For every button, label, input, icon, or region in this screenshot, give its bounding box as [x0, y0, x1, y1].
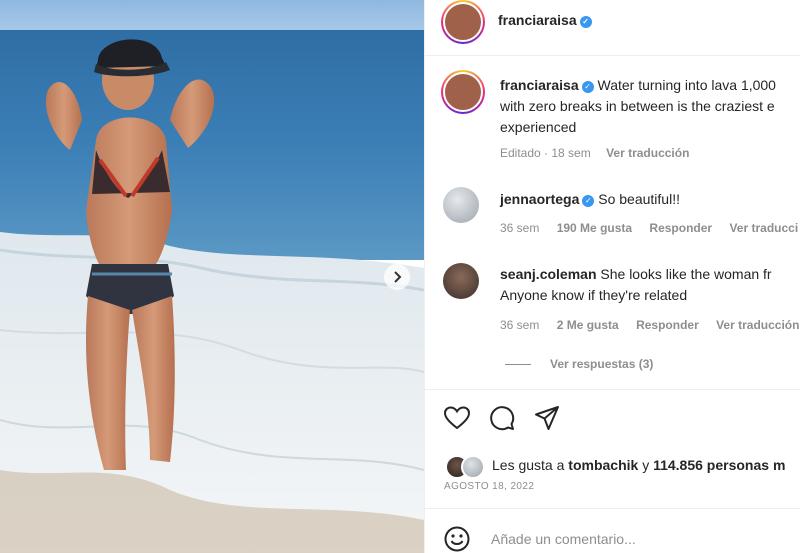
verified-badge-icon: ✓ — [582, 195, 595, 207]
comment-1: jennaortega ✓ So beautiful!! — [500, 189, 680, 210]
send-icon — [535, 406, 559, 430]
comment-button[interactable] — [489, 405, 515, 436]
caption-meta: Editado · 18 sem Ver traducción — [500, 146, 689, 160]
comment-2-translate-link[interactable]: Ver traducción — [716, 318, 799, 332]
author-username[interactable]: franciaraisa ✓ — [498, 12, 592, 28]
comment-1-translate-link[interactable]: Ver traducci — [729, 221, 798, 235]
verified-badge-icon: ✓ — [579, 16, 592, 28]
comment-2-likes[interactable]: 2 Me gusta — [557, 318, 619, 332]
verified-badge-icon: ✓ — [581, 81, 594, 93]
chevron-right-icon — [394, 271, 402, 283]
liker-avatar — [461, 455, 485, 479]
heart-icon — [443, 406, 471, 430]
post-date: AGOSTO 18, 2022 — [444, 481, 535, 492]
likes-summary[interactable]: Les gusta a tombachik y 114.856 personas… — [492, 457, 785, 473]
next-photo-button[interactable] — [384, 264, 410, 290]
comment-1-reply-button[interactable]: Responder — [649, 221, 712, 235]
header-divider — [425, 55, 800, 56]
comment-bubble-icon — [490, 406, 515, 431]
comment-2-reply-button[interactable]: Responder — [636, 318, 699, 332]
comment-1-username[interactable]: jennaortega — [500, 191, 579, 207]
caption-line-3: experienced — [500, 119, 577, 135]
comment-1-likes[interactable]: 190 Me gusta — [557, 221, 632, 235]
like-button[interactable] — [443, 406, 471, 435]
replies-line — [505, 364, 531, 365]
see-translation-link[interactable]: Ver traducción — [606, 146, 689, 160]
post-header: franciaraisa ✓ — [425, 0, 800, 44]
share-button[interactable] — [534, 405, 560, 436]
caption-line-1: Water turning into lava 1,000 — [597, 77, 776, 93]
comment-2-text-line-1: She looks like the woman fr — [600, 266, 772, 282]
post-photo — [0, 0, 424, 553]
comment-2: seanj.coleman She looks like the woman f… — [500, 264, 772, 285]
commenter-avatar[interactable] — [443, 263, 479, 299]
author-avatar[interactable] — [441, 0, 485, 44]
caption-line-2: with zero breaks in between is the crazi… — [500, 98, 775, 114]
caption-author-avatar[interactable] — [441, 70, 485, 114]
commenter-avatar[interactable] — [443, 187, 479, 223]
comment-1-text: So beautiful!! — [598, 191, 680, 207]
actions-divider — [425, 389, 800, 390]
beach-photo-image — [0, 0, 424, 553]
emoji-button[interactable] — [444, 526, 470, 553]
view-replies-button[interactable]: Ver respuestas (3) — [550, 357, 653, 371]
comment-box-divider — [425, 508, 800, 509]
post-detail-panel: franciaraisa ✓ franciaraisa ✓ Water turnin… — [424, 0, 800, 553]
likes-user[interactable]: tombachik — [568, 457, 638, 473]
caption-username[interactable]: franciaraisa — [500, 77, 579, 93]
comment-2-username[interactable]: seanj.coleman — [500, 266, 597, 282]
comment-input[interactable] — [489, 530, 783, 548]
comment-2-meta: 36 sem 2 Me gusta Responder Ver traducci… — [500, 318, 799, 332]
comment-2-age: 36 sem — [500, 318, 540, 332]
comment-2-text-line-2: Anyone know if they're related — [500, 287, 688, 303]
likes-count[interactable]: 114.856 personas m — [653, 457, 785, 473]
comment-1-age: 36 sem — [500, 221, 540, 235]
caption-text: franciaraisa ✓ Water turning into lava 1,… — [500, 75, 776, 96]
caption-edited-age: Editado · 18 sem — [500, 146, 591, 160]
comment-1-meta: 36 sem 190 Me gusta Responder Ver traduc… — [500, 221, 798, 235]
emoji-icon — [444, 526, 470, 552]
